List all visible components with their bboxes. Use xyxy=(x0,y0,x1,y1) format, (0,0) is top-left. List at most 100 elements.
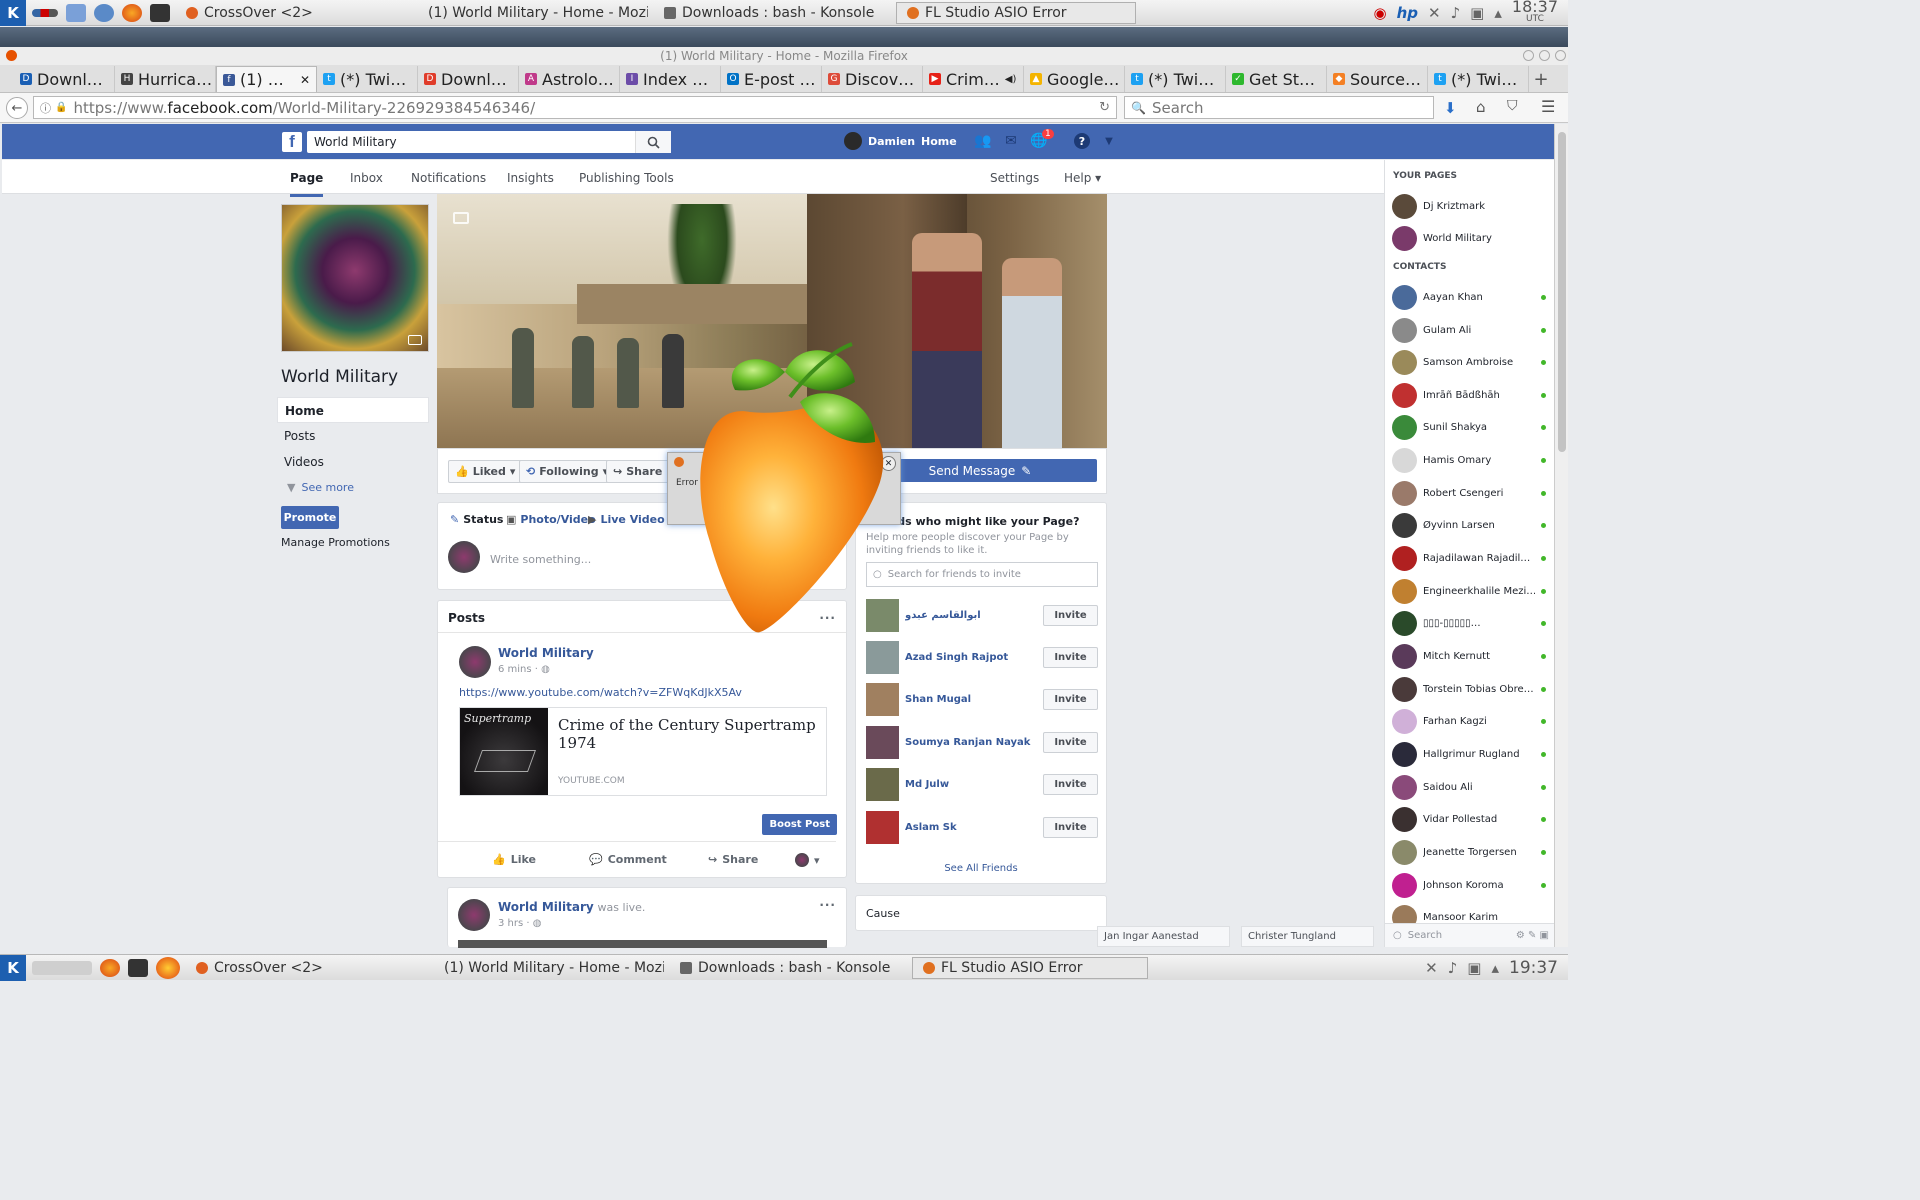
browser-tab[interactable]: t (*) Twi… xyxy=(1428,66,1529,92)
left-nav-home[interactable]: Home xyxy=(277,397,429,423)
browser-tab[interactable]: D Downl… xyxy=(418,66,519,92)
contact-item[interactable]: Jeanette Torgersen xyxy=(1392,838,1550,866)
invite-button[interactable]: Invite xyxy=(1043,773,1098,795)
friend-name[interactable]: Md Julw xyxy=(905,779,1037,790)
contact-item[interactable]: Aayan Khan xyxy=(1392,283,1550,311)
left-nav-videos[interactable]: Videos xyxy=(277,449,429,475)
account-menu-icon[interactable]: ▼ xyxy=(1100,132,1118,150)
contact-item[interactable]: Sunil Shakya xyxy=(1392,413,1550,441)
post-author[interactable]: World Military xyxy=(498,646,594,660)
task-konsole[interactable]: Downloads : bash - Konsole xyxy=(654,2,890,24)
invite-button[interactable]: Invite xyxy=(1043,688,1098,710)
firefox-icon[interactable] xyxy=(122,3,142,22)
pocket-icon[interactable]: ⛉ xyxy=(1507,98,1518,114)
pulse-icon[interactable]: ◉ xyxy=(1374,4,1387,22)
friend-name[interactable]: Soumya Ranjan Nayak xyxy=(905,737,1037,748)
liked-button[interactable]: 👍 Liked ▾ xyxy=(448,460,523,483)
pager-icon[interactable] xyxy=(32,960,92,975)
minimize-button[interactable] xyxy=(1523,50,1534,61)
left-nav-posts[interactable]: Posts xyxy=(277,423,429,449)
crossover-icon[interactable] xyxy=(156,956,180,979)
contact-item[interactable]: Saidou Ali xyxy=(1392,773,1550,801)
scrollbar-thumb[interactable] xyxy=(1558,132,1566,452)
contact-item[interactable]: Mitch Kernutt xyxy=(1392,642,1550,670)
url-bar[interactable]: ⓘ 🔒 https://www. facebook.com/World-Milit… xyxy=(33,96,1117,119)
facebook-search-input[interactable]: World Military xyxy=(307,131,671,153)
user-profile-link[interactable]: Damien xyxy=(844,132,915,150)
avatar[interactable] xyxy=(458,899,490,931)
left-nav-see-more[interactable]: ▼ See more xyxy=(277,475,429,501)
network-tray-icon[interactable]: ▣ xyxy=(1470,4,1484,22)
klipper-icon[interactable]: ✕ xyxy=(1428,4,1441,22)
friend-avatar[interactable] xyxy=(866,640,899,674)
friend-avatar[interactable] xyxy=(866,725,899,759)
contact-item[interactable]: Vidar Pollestad xyxy=(1392,805,1550,833)
help-icon[interactable]: ? xyxy=(1074,133,1090,149)
audio-playing-icon[interactable]: ◀) xyxy=(1005,74,1017,85)
clock[interactable]: 18:37 UTC xyxy=(1512,0,1558,26)
volume-icon[interactable]: ♪ xyxy=(1451,4,1461,22)
contact-item[interactable]: Johnson Koroma xyxy=(1392,871,1550,899)
browser-tab[interactable]: H Hurrica… xyxy=(115,66,216,92)
change-cover-camera-icon[interactable] xyxy=(453,212,469,224)
sidebar-page-item[interactable]: Dj Kriztmark xyxy=(1392,192,1550,220)
contact-item[interactable]: Imrāñ Bādßhāh xyxy=(1392,381,1550,409)
gear-icon[interactable]: ⚙ ✎ ▣ xyxy=(1516,930,1549,941)
manage-promotions-link[interactable]: Manage Promotions xyxy=(281,536,390,549)
task-firefox[interactable]: (1) World Military - Home - Mozilla Fire… xyxy=(412,2,648,24)
task-firefox[interactable]: (1) World Military - Home - Mozilla xyxy=(428,957,664,979)
friend-name[interactable]: Aslam Sk xyxy=(905,822,1037,833)
sidebar-search-input[interactable]: ○ Search ⚙ ✎ ▣ xyxy=(1385,923,1554,947)
tab-inbox[interactable]: Inbox xyxy=(350,171,383,185)
kde-menu-button[interactable]: K xyxy=(0,0,26,26)
boost-post-button[interactable]: Boost Post xyxy=(762,814,837,835)
contact-item[interactable]: Torstein Tobias Obre… xyxy=(1392,675,1550,703)
following-button[interactable]: ⟲Following▾ xyxy=(519,460,616,483)
info-icon[interactable]: ⓘ xyxy=(40,100,51,116)
task-fl-studio[interactable]: FL Studio ASIO Error xyxy=(896,1,1136,24)
chat-tab[interactable]: Christer Tungland xyxy=(1241,926,1374,947)
composer-photo-tab[interactable]: ▣ Photo/Video xyxy=(506,513,596,526)
browser-tab[interactable]: G Discov… xyxy=(822,66,923,92)
browser-tab[interactable]: ▲ Google… xyxy=(1024,66,1125,92)
contact-item[interactable]: Samson Ambroise xyxy=(1392,348,1550,376)
contact-item[interactable]: Rajadilawan Rajadil… xyxy=(1392,544,1550,572)
home-link[interactable]: Home xyxy=(921,135,957,148)
page-profile-picture[interactable] xyxy=(281,204,429,352)
post-options-icon[interactable]: ··· xyxy=(819,898,836,912)
reload-icon[interactable]: ↻ xyxy=(1099,100,1110,115)
composer-input[interactable]: Write something... xyxy=(490,553,591,566)
menu-icon[interactable]: ☰ xyxy=(1541,97,1555,116)
tab-help[interactable]: Help ▾ xyxy=(1064,171,1101,185)
contact-item[interactable]: Øyvinn Larsen xyxy=(1392,511,1550,539)
composer-live-tab[interactable]: ▶ Live Video xyxy=(588,513,665,526)
contact-item[interactable]: Farhan Kagzi xyxy=(1392,707,1550,735)
browser-tab[interactable]: ▶ Crim… ◀) xyxy=(923,66,1024,92)
composer-status-tab[interactable]: ✎ Status xyxy=(450,513,503,526)
maximize-button[interactable] xyxy=(1539,50,1550,61)
home-icon[interactable]: ⌂ xyxy=(1476,98,1486,116)
tab-page[interactable]: Page xyxy=(290,171,324,197)
browser-tab[interactable]: ◆ Source… xyxy=(1327,66,1428,92)
close-window-button[interactable] xyxy=(1555,50,1566,61)
browser-tab[interactable]: t (*) Twi… xyxy=(1125,66,1226,92)
close-tab-icon[interactable]: ✕ xyxy=(300,73,310,87)
friend-name[interactable]: ابوالقاسم عبدو xyxy=(905,610,1037,621)
task-fl-studio[interactable]: FL Studio ASIO Error xyxy=(912,956,1148,979)
browser-tab-active[interactable]: f (1) … ✕ xyxy=(216,66,317,92)
volume-icon[interactable]: ♪ xyxy=(1448,959,1458,977)
back-button[interactable]: ← xyxy=(6,97,28,119)
kde-menu-button[interactable]: K xyxy=(0,954,26,981)
contact-item[interactable]: Hamis Omary xyxy=(1392,446,1550,474)
messenger-icon[interactable]: ✉ xyxy=(1002,132,1020,150)
hp-icon[interactable]: hp xyxy=(1397,4,1418,22)
tab-notifications[interactable]: Notifications xyxy=(411,171,486,185)
search-icon[interactable] xyxy=(635,131,671,153)
friend-avatar[interactable] xyxy=(866,810,899,844)
tray-arrow-icon[interactable]: ▴ xyxy=(1491,959,1499,977)
avatar[interactable] xyxy=(459,646,491,678)
terminal-icon[interactable] xyxy=(128,958,148,977)
friend-name[interactable]: Azad Singh Rajpot xyxy=(905,652,1037,663)
post-timestamp[interactable]: 6 mins · ◍ xyxy=(498,664,594,675)
tab-settings[interactable]: Settings xyxy=(990,171,1039,185)
